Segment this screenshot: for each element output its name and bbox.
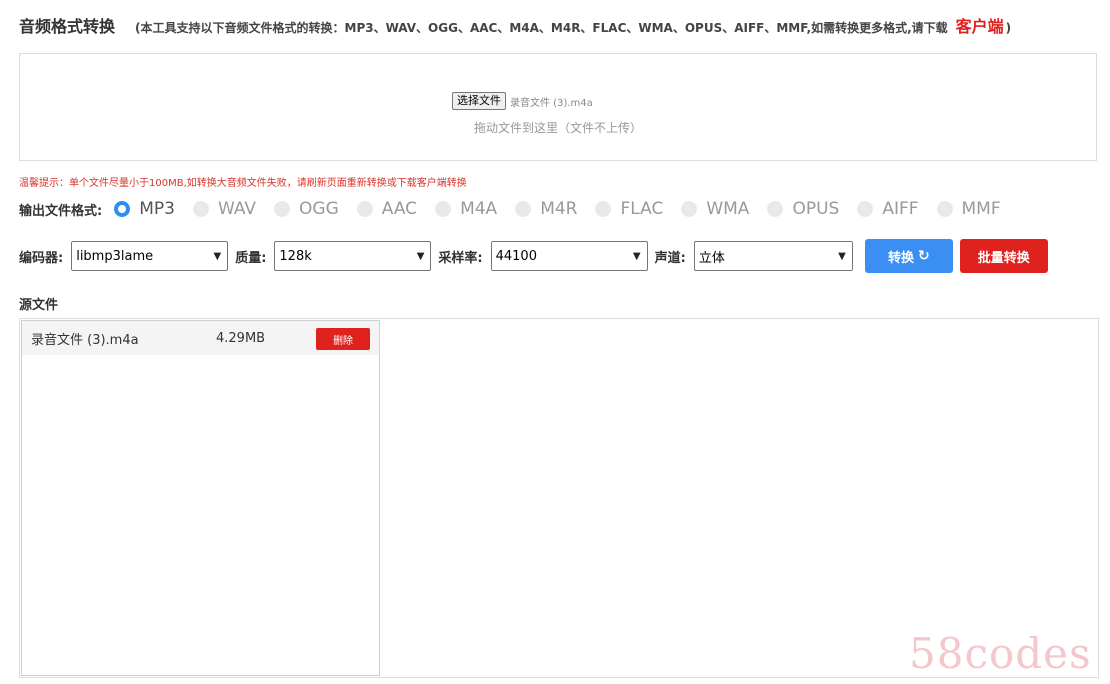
format-radio-wma[interactable]: WMA — [681, 199, 749, 219]
format-radio-mmf[interactable]: MMF — [936, 199, 1001, 219]
format-radio-flac[interactable]: FLAC — [595, 199, 663, 219]
radio-checked-icon — [114, 201, 131, 217]
source-files-panel: 录音文件 (3).m4a 4.29MB 删除 — [19, 318, 1099, 678]
warning-tip: 温馨提示：单个文件尽量小于100MB,如转换大音频文件失败，请刷新页面重新转换或… — [19, 178, 467, 189]
format-radio-aac[interactable]: AAC — [356, 199, 417, 219]
radio-unchecked-icon — [356, 201, 373, 217]
format-radio-aiff[interactable]: AIFF — [857, 199, 919, 219]
format-radio-ogg[interactable]: OGG — [274, 199, 339, 219]
convert-button[interactable]: 转换 ↻ — [864, 239, 953, 273]
conversion-options-row: 编码器: libmp3lame ▼ 质量: 128k ▼ 采样率: 44100 … — [19, 239, 1048, 273]
samplerate-select[interactable]: 44100 ▼ — [490, 241, 648, 271]
radio-unchecked-icon — [936, 201, 953, 217]
page-title: 音频格式转换 — [19, 17, 116, 36]
file-dropzone[interactable]: 选择文件 录音文件 (3).m4a 拖动文件到这里（文件不上传） — [19, 53, 1097, 161]
output-format-label: 输出文件格式: — [19, 203, 103, 219]
channel-label: 声道: — [654, 250, 686, 266]
radio-unchecked-icon — [681, 201, 698, 217]
list-item: 录音文件 (3).m4a 4.29MB 删除 — [22, 321, 379, 355]
format-radio-m4a[interactable]: M4A — [435, 199, 497, 219]
encoder-select[interactable]: libmp3lame ▼ — [71, 241, 229, 271]
quality-select[interactable]: 128k ▼ — [274, 241, 432, 271]
file-size: 4.29MB — [216, 330, 266, 346]
radio-unchecked-icon — [435, 201, 452, 217]
radio-unchecked-icon — [595, 201, 612, 217]
source-files-label: 源文件 — [19, 298, 59, 313]
choose-file-button[interactable]: 选择文件 — [452, 92, 506, 110]
batch-convert-button[interactable]: 批量转换 — [959, 239, 1048, 273]
chevron-down-icon: ▼ — [416, 250, 425, 262]
samplerate-label: 采样率: — [438, 250, 483, 266]
format-radio-m4r[interactable]: M4R — [515, 199, 577, 219]
radio-unchecked-icon — [857, 201, 874, 217]
chosen-file-name: 录音文件 (3).m4a — [510, 97, 593, 109]
watermark: 58codes — [909, 629, 1092, 678]
drop-hint: 拖动文件到这里（文件不上传） — [473, 121, 642, 135]
radio-unchecked-icon — [767, 201, 784, 217]
format-radio-mp3[interactable]: MP3 — [114, 199, 175, 219]
client-download-link[interactable]: 客户端 — [956, 17, 1004, 36]
format-radio-wav[interactable]: WAV — [192, 199, 256, 219]
quality-label: 质量: — [235, 250, 267, 266]
radio-unchecked-icon — [515, 201, 532, 217]
encoder-label: 编码器: — [19, 250, 64, 266]
channel-select[interactable]: 立体 ▼ — [693, 241, 853, 271]
file-list: 录音文件 (3).m4a 4.29MB 删除 — [21, 320, 380, 676]
refresh-icon: ↻ — [917, 248, 930, 264]
radio-unchecked-icon — [192, 201, 209, 217]
chevron-down-icon: ▼ — [213, 250, 222, 262]
file-name: 录音文件 (3).m4a — [31, 332, 139, 348]
header: 音频格式转换 (本工具支持以下音频文件格式的转换：MP3、WAV、OGG、AAC… — [19, 11, 1011, 39]
chevron-down-icon: ▼ — [838, 250, 846, 262]
format-radio-opus[interactable]: OPUS — [767, 199, 839, 219]
supported-formats-text: (本工具支持以下音频文件格式的转换：MP3、WAV、OGG、AAC、M4A、M4… — [135, 17, 1012, 36]
file-picker: 选择文件 录音文件 (3).m4a — [452, 92, 593, 110]
chevron-down-icon: ▼ — [632, 250, 641, 262]
radio-unchecked-icon — [274, 201, 291, 217]
output-format-row: 输出文件格式: MP3 WAV OGG AAC M4A M4R FLAC WMA… — [19, 198, 1019, 220]
delete-button[interactable]: 删除 — [316, 328, 370, 350]
